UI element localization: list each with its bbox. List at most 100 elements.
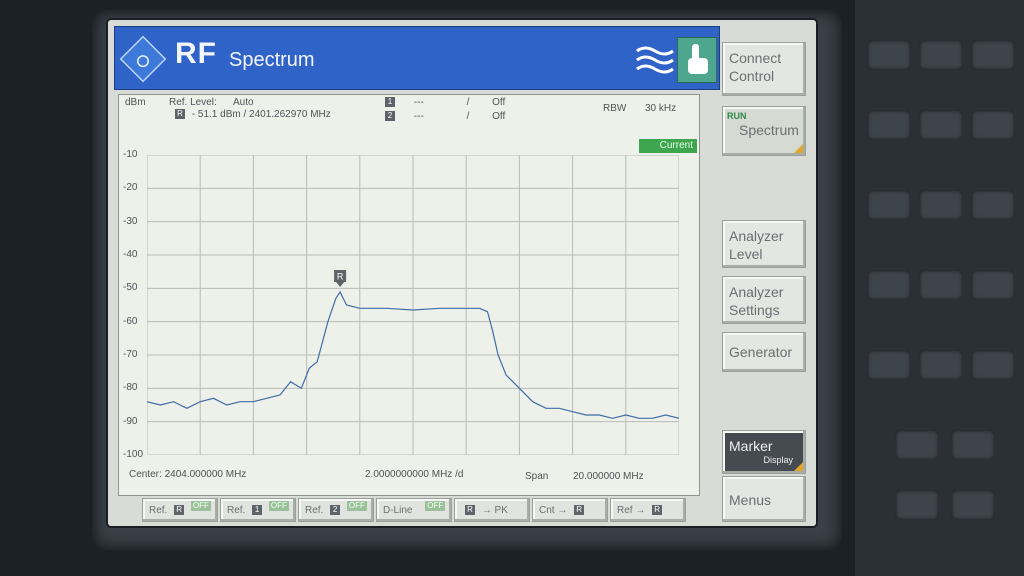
frequency-per-division: 2.0000000000 MHz /d	[365, 469, 464, 480]
marker1-readout: 1 --- / Off	[381, 97, 505, 108]
marker1-value: ---	[413, 97, 424, 108]
analyzer-settings-softkey[interactable]: Analyzer Settings	[722, 276, 806, 324]
marker-to-peak-softkey[interactable]: R → PK	[454, 498, 530, 522]
hard-key[interactable]	[895, 430, 939, 460]
marker-2-key-icon: 2	[330, 505, 341, 516]
y-tick-label: -70	[123, 349, 138, 360]
marker1-separator: /	[466, 97, 470, 108]
marker2-separator: /	[466, 111, 470, 122]
marker-sub-label: Display	[763, 455, 793, 465]
rbw-label: RBW	[603, 103, 627, 114]
d-line-softkey[interactable]: D-Line OFF	[376, 498, 452, 522]
hard-key[interactable]	[919, 190, 963, 220]
d-line-label: D-Line	[383, 505, 413, 516]
marker-1-key-icon: 1	[252, 505, 263, 516]
marker-r-key-icon: R	[574, 505, 585, 516]
off-tag: OFF	[346, 501, 367, 511]
marker2-value: ---	[413, 111, 424, 122]
hard-key[interactable]	[867, 190, 911, 220]
center-to-marker-softkey[interactable]: Cnt → R	[532, 498, 608, 522]
analyzer-level-softkey[interactable]: Analyzer Level	[722, 220, 806, 268]
span-value: 20.000000 MHz	[573, 471, 644, 482]
marker-r-key-icon: R	[465, 505, 475, 516]
y-tick-label: -60	[123, 315, 138, 327]
y-tick-label: -90	[123, 415, 138, 427]
marker2-state: Off	[492, 111, 506, 122]
hard-key[interactable]	[951, 490, 995, 520]
marker-softkey[interactable]: Marker Display	[722, 430, 806, 474]
brand-label: RF	[175, 37, 217, 70]
marker-r-readout: R - 51.1 dBm / 2401.262970 MHz	[171, 109, 331, 120]
ref-to-marker-softkey[interactable]: Ref → R	[610, 498, 686, 522]
off-tag: OFF	[268, 501, 289, 511]
spectrum-softkey[interactable]: RUN Spectrum	[722, 106, 806, 156]
ref-1-label: Ref.	[227, 505, 246, 516]
hard-key[interactable]	[895, 490, 939, 520]
y-tick-label: -40	[123, 249, 138, 260]
center-to-marker-label: Cnt →	[539, 505, 568, 516]
hard-key[interactable]	[867, 350, 911, 380]
spectrum-graph: R	[147, 155, 679, 455]
hard-key[interactable]	[971, 350, 1015, 380]
unit-label: dBm	[125, 97, 146, 108]
center-frequency: Center: 2404.000000 MHz	[129, 469, 247, 480]
spectrum-softkey-label: Spectrum	[739, 122, 799, 138]
marker-r-pointer	[336, 282, 345, 287]
hard-key[interactable]	[971, 190, 1015, 220]
instrument-front-panel	[855, 0, 1024, 576]
marker-r-key-icon: R	[174, 505, 185, 516]
marker2-readout: 2 --- / Off	[381, 111, 505, 122]
submenu-indicator-icon	[794, 144, 803, 153]
hard-key[interactable]	[951, 430, 995, 460]
ref-level-label: Ref. Level:	[169, 97, 217, 108]
instrument-screen: RF Spectrum Connect Control RUN Spectrum…	[108, 20, 816, 526]
ref-2-softkey[interactable]: Ref. 2 OFF	[298, 498, 374, 522]
submenu-indicator-icon	[794, 462, 803, 471]
run-indicator: RUN	[727, 111, 747, 121]
analyzer-settings-label: Analyzer Settings	[729, 284, 784, 318]
hard-key[interactable]	[867, 40, 911, 70]
hard-key[interactable]	[919, 350, 963, 380]
analyzer-level-label: Analyzer Level	[729, 228, 784, 262]
menus-label: Menus	[729, 492, 772, 508]
marker-r-key-icon: R	[652, 505, 663, 516]
marker1-icon: 1	[385, 97, 395, 108]
marker-r-value: - 51.1 dBm / 2401.262970 MHz	[191, 109, 331, 120]
marker1-state: Off	[492, 97, 506, 108]
rbw-value: 30 kHz	[645, 103, 677, 114]
y-tick-label: -30	[123, 215, 138, 227]
hard-key[interactable]	[867, 270, 911, 300]
y-tick-label: -10	[123, 149, 138, 160]
app-title: Spectrum	[229, 49, 315, 71]
hard-key[interactable]	[971, 270, 1015, 300]
hard-key[interactable]	[919, 40, 963, 70]
ref-1-softkey[interactable]: Ref. 1 OFF	[220, 498, 296, 522]
hard-key[interactable]	[919, 270, 963, 300]
marker-r-icon: R	[175, 109, 185, 120]
marker-to-peak-label: → PK	[481, 505, 508, 516]
off-tag: OFF	[190, 501, 211, 511]
hard-key[interactable]	[971, 110, 1015, 140]
ref-r-label: Ref.	[149, 505, 168, 516]
generator-softkey[interactable]: Generator	[722, 332, 806, 372]
spectrum-plot: dBm Ref. Level: Auto R - 51.1 dBm / 2401…	[118, 94, 700, 496]
touch-icon[interactable]	[677, 37, 717, 83]
waveform-icon	[636, 46, 674, 74]
marker-r-flag-label: R	[337, 272, 344, 282]
off-tag: OFF	[425, 501, 446, 511]
connect-control-label: Connect Control	[729, 50, 782, 84]
ref-to-marker-label: Ref →	[617, 505, 646, 516]
hard-key[interactable]	[971, 40, 1015, 70]
hard-key[interactable]	[867, 110, 911, 140]
connect-control-softkey[interactable]: Connect Control	[722, 42, 806, 96]
title-bar: RF Spectrum	[114, 26, 720, 90]
ref-r-softkey[interactable]: Ref. R OFF	[142, 498, 218, 522]
y-tick-label: -20	[123, 182, 138, 194]
hard-key[interactable]	[919, 110, 963, 140]
menus-softkey[interactable]: Menus	[722, 476, 806, 522]
trace-current-badge: Current	[639, 139, 697, 153]
brand-logo-icon	[119, 35, 167, 83]
y-tick-label: -100	[123, 449, 144, 460]
y-tick-label: -80	[123, 382, 138, 394]
ref-2-label: Ref.	[305, 505, 324, 516]
